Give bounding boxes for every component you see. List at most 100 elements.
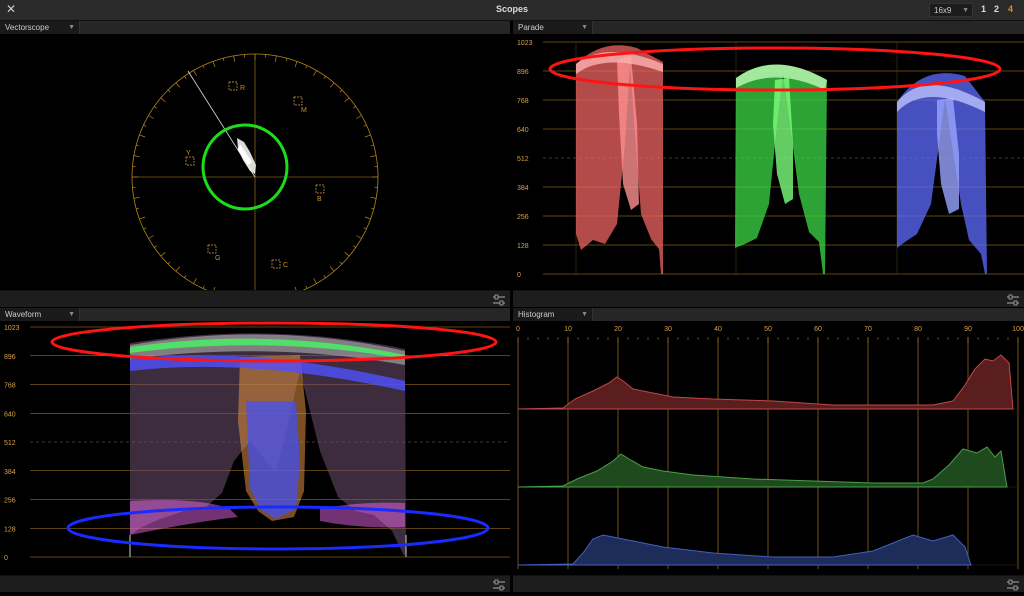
chevron-down-icon: ▼ bbox=[581, 308, 588, 321]
vectorscope-tick bbox=[234, 56, 235, 62]
y-tick-label: 512 bbox=[4, 440, 16, 447]
x-tick-label: 70 bbox=[864, 326, 872, 333]
chevron-down-icon: ▼ bbox=[581, 21, 588, 34]
vectorscope-tick bbox=[306, 66, 307, 69]
target-label: C bbox=[283, 262, 288, 269]
target-m: M bbox=[294, 97, 307, 114]
sliders-icon[interactable] bbox=[1006, 293, 1020, 305]
vectorscope-tick bbox=[371, 208, 374, 209]
vectorscope-tick bbox=[223, 58, 224, 61]
parade-graph: 10238967686405123842561280 bbox=[513, 34, 1024, 291]
parade-green-trace bbox=[735, 64, 827, 274]
vectorscope-tick bbox=[286, 58, 287, 61]
target-b: B bbox=[316, 185, 324, 203]
y-tick-label: 768 bbox=[517, 98, 529, 105]
histogram-green-trace bbox=[518, 447, 1007, 487]
vectorscope-tick bbox=[136, 208, 139, 209]
window-title: Scopes bbox=[0, 4, 1024, 14]
vectorscope-tick bbox=[330, 83, 334, 88]
target-label: B bbox=[317, 196, 322, 203]
vectorscope-tick bbox=[203, 66, 204, 69]
vectorscope-tick bbox=[139, 135, 145, 137]
sliders-icon[interactable] bbox=[492, 293, 506, 305]
y-tick-label: 384 bbox=[517, 185, 529, 192]
vectorscope-tick bbox=[168, 90, 170, 92]
histogram-graph: 0102030405060708090100 bbox=[513, 321, 1024, 576]
y-tick-label: 128 bbox=[4, 526, 16, 533]
waveform-panel: Waveform ▼ 10238967686405123842561280 bbox=[0, 308, 510, 592]
vectorscope-tick bbox=[340, 90, 342, 92]
target-label: M bbox=[301, 107, 307, 114]
layout-1-button[interactable]: 1 bbox=[981, 4, 986, 14]
parade-display: 10238967686405123842561280 bbox=[513, 34, 1024, 291]
histogram-red-trace bbox=[518, 355, 1013, 409]
chevron-down-icon: ▼ bbox=[68, 21, 75, 34]
sliders-icon[interactable] bbox=[492, 578, 506, 590]
y-tick-label: 896 bbox=[517, 69, 529, 76]
panel-header: Histogram ▼ bbox=[513, 308, 1024, 321]
panel-title: Parade bbox=[518, 23, 544, 32]
title-bar: ✕ Scopes 16x9 ▼ 1 2 4 bbox=[0, 0, 1024, 21]
y-tick-label: 640 bbox=[4, 411, 16, 418]
vectorscope-tick bbox=[194, 70, 197, 75]
vectorscope-tick bbox=[356, 236, 361, 239]
aspect-select[interactable]: 16x9 ▼ bbox=[929, 3, 973, 17]
vectorscope-tick bbox=[364, 125, 367, 126]
layout-2-button[interactable]: 2 bbox=[994, 4, 999, 14]
vectorscope-tick bbox=[154, 106, 156, 108]
vectorscope-display: R M B C G Y bbox=[0, 34, 510, 291]
vectorscope-tick bbox=[353, 246, 355, 248]
y-tick-label: 256 bbox=[4, 498, 16, 505]
vectorscope-tick bbox=[184, 76, 186, 78]
vectorscope-tick bbox=[213, 61, 215, 67]
x-tick-label: 20 bbox=[614, 326, 622, 333]
histogram-panel: Histogram ▼ 0102030405060708090100 bbox=[513, 308, 1024, 592]
y-tick-label: 0 bbox=[4, 555, 8, 562]
parade-blue-trace bbox=[897, 73, 987, 274]
target-c: C bbox=[272, 260, 288, 269]
sliders-icon[interactable] bbox=[1006, 578, 1020, 590]
y-tick-label: 256 bbox=[517, 214, 529, 221]
histogram-graticule: 0102030405060708090100 bbox=[516, 326, 1024, 569]
vectorscope-tick bbox=[176, 267, 180, 272]
x-tick-label: 40 bbox=[714, 326, 722, 333]
vectorscope-tick bbox=[324, 275, 326, 277]
vectorscope-tick bbox=[144, 125, 147, 126]
aspect-value: 16x9 bbox=[934, 6, 951, 15]
vectorscope-tick bbox=[353, 106, 355, 108]
vectorscope-tick bbox=[161, 252, 166, 256]
y-tick-label: 0 bbox=[517, 272, 521, 279]
histogram-blue-trace bbox=[518, 535, 971, 565]
waveform-display: 10238967686405123842561280 bbox=[0, 321, 510, 576]
vectorscope-tick bbox=[345, 252, 350, 256]
panel-footer bbox=[0, 575, 510, 592]
vectorscope-tick bbox=[154, 246, 156, 248]
y-tick-label: 1023 bbox=[4, 325, 20, 332]
vectorscope-tick bbox=[365, 135, 371, 137]
y-tick-label: 896 bbox=[4, 354, 16, 361]
vectorscope-tab[interactable]: Vectorscope ▼ bbox=[0, 21, 80, 34]
vectorscope-tick bbox=[134, 197, 140, 198]
panel-footer bbox=[513, 290, 1024, 307]
vectorscope-tick bbox=[134, 156, 140, 157]
waveform-tab[interactable]: Waveform ▼ bbox=[0, 308, 80, 321]
vectorscope-tick bbox=[148, 236, 153, 239]
x-tick-label: 80 bbox=[914, 326, 922, 333]
vectorscope-tick bbox=[144, 228, 147, 229]
panel-header: Waveform ▼ bbox=[0, 308, 510, 321]
panel-header: Vectorscope ▼ bbox=[0, 21, 510, 34]
histogram-tab[interactable]: Histogram ▼ bbox=[513, 308, 593, 321]
vectorscope-panel: Vectorscope ▼ R M B C G Y bbox=[0, 21, 510, 307]
chevron-down-icon: ▼ bbox=[68, 308, 75, 321]
waveform-graph: 10238967686405123842561280 bbox=[0, 321, 510, 576]
y-tick-label: 1023 bbox=[517, 40, 533, 47]
vectorscope-tick bbox=[314, 278, 317, 283]
panel-footer bbox=[513, 575, 1024, 592]
parade-tab[interactable]: Parade ▼ bbox=[513, 21, 593, 34]
vectorscope-tick bbox=[330, 267, 334, 272]
vectorscope-tick bbox=[365, 217, 371, 219]
layout-4-button[interactable]: 4 bbox=[1008, 4, 1013, 14]
panel-title: Waveform bbox=[5, 310, 41, 319]
x-tick-label: 60 bbox=[814, 326, 822, 333]
highlight-circle-green bbox=[203, 125, 287, 209]
